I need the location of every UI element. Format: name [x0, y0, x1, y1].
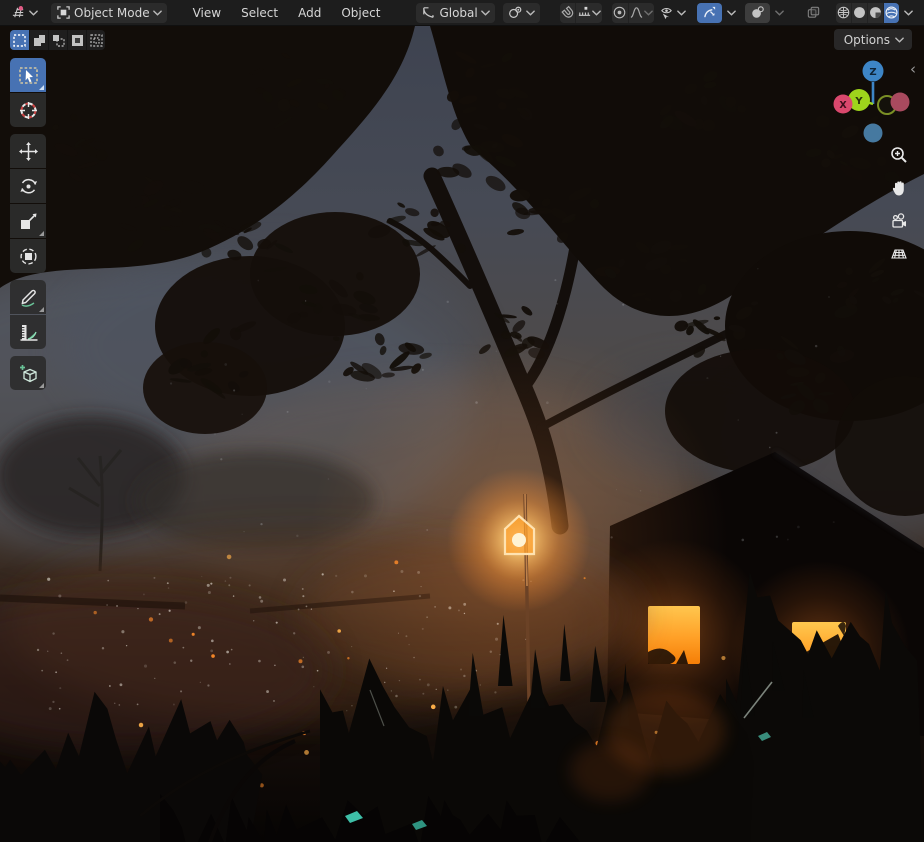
gizmo-y-label: Y — [854, 96, 863, 107]
options-dropdown[interactable]: Options — [833, 29, 912, 50]
proportional-editing-icon — [613, 6, 626, 19]
shading-wireframe-button[interactable] — [836, 3, 851, 23]
pivot-point-icon — [508, 6, 522, 18]
gizmos-dropdown[interactable] — [722, 3, 741, 23]
annotate-tool-icon — [20, 289, 36, 307]
select-box-tool[interactable] — [10, 58, 46, 92]
overlays-dropdown[interactable] — [770, 3, 789, 23]
wireframe-shading-icon — [838, 6, 850, 19]
transform-orientation-dropdown[interactable]: Global — [416, 2, 495, 23]
mode-selector-label: Object Mode — [74, 5, 150, 20]
select-extend-icon — [33, 34, 45, 46]
pivot-point-dropdown[interactable] — [502, 2, 540, 23]
solid-shading-icon — [854, 7, 866, 18]
zoom-button[interactable] — [886, 142, 912, 168]
rotate-tool-icon — [19, 178, 37, 193]
snap-group — [559, 2, 603, 23]
viewport-nav-buttons — [886, 142, 912, 267]
toolbar — [10, 58, 46, 390]
show-gizmos-toggle[interactable] — [697, 2, 723, 23]
gizmo-z-label: Z — [869, 67, 876, 78]
select-mode-invert-button[interactable] — [67, 30, 86, 50]
show-gizmos-icon — [704, 6, 716, 18]
annotate-tool[interactable] — [10, 280, 46, 314]
proportional-edit-toggle[interactable] — [612, 3, 628, 23]
menu-select[interactable]: Select — [231, 3, 288, 23]
gizmo-neg-x-axis[interactable] — [890, 92, 910, 112]
shading-rendered-button[interactable] — [883, 2, 899, 23]
mode-selector-dropdown[interactable]: Object Mode — [51, 2, 167, 23]
shading-solid-button[interactable] — [851, 2, 867, 23]
zoom-icon — [891, 147, 907, 163]
select-mode-group — [10, 30, 105, 50]
select-mode-set-button[interactable] — [10, 30, 29, 50]
toggle-xray-icon — [808, 6, 820, 18]
snap-target-dropdown[interactable] — [575, 2, 602, 23]
viewport-scene — [0, 26, 924, 842]
show-overlays-toggle[interactable] — [745, 2, 771, 23]
gizmo-x-label: X — [839, 100, 847, 111]
perspective-toggle-button[interactable] — [886, 241, 912, 267]
camera-view-button[interactable] — [886, 208, 912, 234]
shading-material-button[interactable] — [867, 2, 883, 23]
select-mode-extend-button[interactable] — [29, 30, 48, 50]
measure-tool[interactable] — [10, 315, 46, 349]
select-box-tool-icon — [18, 66, 38, 84]
select-mode-intersect-button[interactable] — [86, 30, 105, 50]
select-mode-subtract-button[interactable] — [48, 30, 67, 50]
select-invert-icon — [71, 34, 83, 46]
transform-tool[interactable] — [10, 239, 46, 273]
object-type-visibility-icon — [661, 8, 673, 20]
menu-object[interactable]: Object — [331, 3, 390, 23]
show-overlays-icon — [752, 6, 765, 18]
orientation-axis-icon — [423, 7, 435, 18]
menu-add[interactable]: Add — [288, 3, 331, 23]
blender-app-window: Object Mode View Select Add Object Globa… — [0, 0, 924, 842]
move-tool[interactable] — [10, 134, 46, 168]
shading-mode-group — [836, 2, 899, 23]
snap-increment-icon — [579, 6, 591, 16]
toggle-xray-button[interactable] — [801, 3, 826, 23]
transform-orientation-label: Global — [439, 5, 478, 20]
add-cube-tool[interactable] — [10, 356, 46, 390]
pan-button[interactable] — [886, 175, 912, 201]
transform-tool-icon — [19, 247, 37, 265]
viewport-header: Object Mode View Select Add Object Globa… — [0, 0, 924, 26]
camera-view-icon — [892, 213, 906, 228]
editor-type-3d-viewport-icon — [12, 6, 24, 18]
snap-toggle-button[interactable] — [560, 3, 576, 23]
shading-dropdown[interactable] — [899, 3, 918, 23]
3d-viewport[interactable]: Options Z Y X ‹ — [0, 26, 924, 842]
snap-magnet-icon — [561, 5, 574, 18]
options-label: Options — [843, 32, 890, 47]
select-set-icon — [13, 33, 26, 47]
add-cube-tool-icon — [19, 364, 37, 382]
object-mode-icon — [57, 6, 70, 19]
object-visibility-dropdown[interactable] — [654, 3, 691, 23]
select-intersect-icon — [89, 33, 103, 47]
pan-hand-icon — [892, 181, 904, 196]
cursor-tool[interactable] — [10, 93, 46, 127]
editor-type-button[interactable] — [6, 3, 43, 23]
gizmo-neg-z-axis[interactable] — [863, 123, 883, 143]
proportional-edit-group — [612, 2, 655, 23]
move-tool-icon — [18, 141, 38, 161]
scale-tool-icon — [20, 213, 36, 229]
material-preview-shading-icon — [870, 7, 882, 18]
select-subtract-icon — [52, 34, 65, 47]
sidebar-collapse-arrow[interactable]: ‹ — [910, 62, 916, 77]
cursor-tool-icon — [19, 101, 37, 119]
rotate-tool[interactable] — [10, 169, 46, 203]
measure-tool-icon — [20, 324, 37, 341]
navigation-gizmo[interactable]: Z Y X — [830, 60, 916, 148]
grid-ortho-icon — [891, 249, 907, 259]
falloff-curve-icon — [631, 7, 643, 18]
falloff-curve-dropdown[interactable] — [627, 2, 655, 23]
scale-tool[interactable] — [10, 204, 46, 238]
rendered-shading-icon — [885, 6, 898, 19]
menu-view[interactable]: View — [183, 3, 231, 23]
